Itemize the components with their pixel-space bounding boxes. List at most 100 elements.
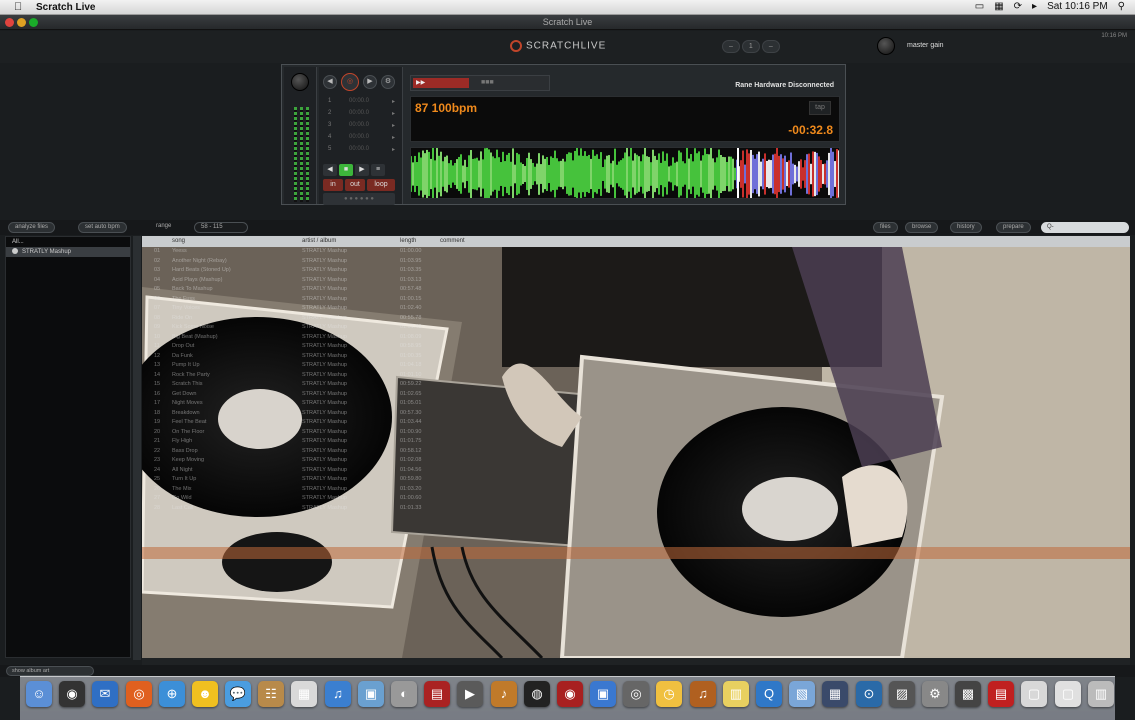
facetime-icon[interactable]: ◐ — [391, 681, 417, 707]
cue-row[interactable]: 4 00:00.0 ▸ — [323, 134, 399, 144]
horizontal-scrollbar[interactable] — [142, 658, 1130, 665]
track-row[interactable]: 17 Night Moves STRATLY Mashup 01:05.01 — [142, 399, 1130, 409]
sync-icon[interactable]: ⟳ — [1014, 1, 1022, 12]
documents-icon[interactable]: ▢ — [1021, 681, 1047, 707]
stickies-icon[interactable]: ▥ — [723, 681, 749, 707]
view-dropdown[interactable]: show album art — [6, 666, 94, 676]
clock-icon[interactable]: ◷ — [656, 681, 682, 707]
mode-left[interactable]: – — [722, 40, 740, 53]
track-row[interactable]: 19 Feel The Beat STRATLY Mashup 01:03.44 — [142, 418, 1130, 428]
prepare-button[interactable]: prepare — [996, 222, 1031, 233]
track-row[interactable]: 28 Last Call STRATLY Mashup 01:01.33 — [142, 504, 1130, 514]
battery-icon[interactable]: ▭ — [975, 1, 984, 12]
track-row[interactable]: 25 Turn It Up STRATLY Mashup 00:59.80 — [142, 475, 1130, 485]
track-row[interactable]: 08 Ride On STRATLY Mashup 00:55.78 — [142, 314, 1130, 324]
dvd-icon[interactable]: ◍ — [524, 681, 550, 707]
app-menu-name[interactable]: Scratch Live — [36, 2, 95, 13]
crate-item-all[interactable]: All... — [6, 237, 130, 247]
photo-booth-icon[interactable]: ▤ — [424, 681, 450, 707]
track-row[interactable]: 02 Another Night (Rebay) STRATLY Mashup 01:… — [142, 257, 1130, 267]
itunes-icon[interactable]: ♫ — [325, 681, 351, 707]
track-row[interactable]: 16 Get Down STRATLY Mashup 01:02.65 — [142, 390, 1130, 400]
cue-row[interactable]: 2 00:00.0 ▸ — [323, 110, 399, 120]
spotlight-icon[interactable]: ⚲ — [1118, 1, 1125, 12]
track-row[interactable]: 14 Rock The Party STRATLY Mashup 01:01.10 — [142, 371, 1130, 381]
preview-icon[interactable]: ▧ — [789, 681, 815, 707]
mode-right[interactable]: – — [761, 40, 780, 53]
track-row[interactable]: 23 Keep Moving STRATLY Mashup 01:02.08 — [142, 456, 1130, 466]
deck-gain-knob[interactable] — [291, 73, 309, 91]
track-row[interactable]: 12 Da Funk STRATLY Mashup 01:00.35 — [142, 352, 1130, 362]
waveform-overview[interactable] — [410, 147, 840, 199]
loop-next-button[interactable]: ▶ — [355, 164, 369, 176]
apple-menu-icon[interactable]:  — [14, 1, 22, 13]
spaces-icon[interactable]: ▦ — [822, 681, 848, 707]
track-row[interactable]: 20 On The Floor STRATLY Mashup 01:00.90 — [142, 428, 1130, 438]
system-prefs-icon[interactable]: ⚙ — [922, 681, 948, 707]
address-book-icon[interactable]: ☷ — [258, 681, 284, 707]
search-input[interactable]: Q- — [1041, 222, 1129, 233]
mail-icon[interactable]: ✉ — [92, 681, 118, 707]
track-row[interactable]: 15 Scratch This STRATLY Mashup 00:59.22 — [142, 380, 1130, 390]
loop-in-button[interactable]: in — [323, 179, 343, 191]
analyze-files-button[interactable]: analyze files — [8, 222, 56, 233]
ichat-icon[interactable]: 💬 — [225, 681, 251, 707]
track-row[interactable]: 26 The Mix STRATLY Mashup 01:03.20 — [142, 485, 1130, 495]
set-auto-bpm-button[interactable]: set auto bpm — [78, 222, 127, 233]
track-row[interactable]: 21 Fly High STRATLY Mashup 01:01.75 — [142, 437, 1130, 447]
bluetooth-icon[interactable]: ▦ — [994, 1, 1003, 12]
track-list[interactable]: 01 Yeess STRATLY Mashup 01:00.00 02 Another N… — [142, 247, 1130, 513]
sidebar-splitter[interactable] — [133, 236, 141, 660]
quicktime-icon[interactable]: Q — [756, 681, 782, 707]
platter-mode-icon[interactable]: ◎ — [341, 73, 359, 91]
loop-out-button[interactable]: out — [345, 179, 365, 191]
app-icon[interactable]: ▩ — [955, 681, 981, 707]
activity-monitor-icon[interactable]: ▨ — [889, 681, 915, 707]
track-row[interactable]: 22 Bass Drop STRATLY Mashup 00:58.12 — [142, 447, 1130, 457]
mode-mid[interactable]: 1 — [741, 40, 760, 53]
browse-button[interactable]: browse — [905, 222, 939, 233]
finder-icon[interactable]: ☺ — [26, 681, 52, 707]
imovie-icon[interactable]: ▶ — [457, 681, 483, 707]
ical-icon[interactable]: ▦ — [291, 681, 317, 707]
minimize-window-icon[interactable] — [17, 18, 26, 27]
track-row[interactable]: 03 Hard Beats (Stoned Up) STRATLY Mashup 01… — [142, 266, 1130, 276]
range-dropdown[interactable]: 58 - 115 — [194, 222, 248, 233]
zoom-window-icon[interactable] — [29, 18, 38, 27]
track-row[interactable]: 04 Acid Plays (Mashup) STRATLY Mashup 01:03… — [142, 276, 1130, 286]
track-row[interactable]: 11 Drop Out STRATLY Mashup 00:58.95 — [142, 342, 1130, 352]
loop-active-button[interactable]: ■ — [339, 164, 353, 176]
column-artist-album[interactable]: artist / album — [302, 238, 336, 244]
scratch-icon[interactable]: ◉ — [557, 681, 583, 707]
safari-icon[interactable]: ⊕ — [159, 681, 185, 707]
column-song[interactable]: song — [172, 238, 185, 244]
cue-row[interactable]: 5 00:00.0 ▸ — [323, 146, 399, 156]
garageband-icon[interactable]: ♪ — [491, 681, 517, 707]
settings-icon[interactable]: ⚙ — [381, 75, 395, 89]
track-row[interactable]: 27 Go Wild STRATLY Mashup 01:00.60 — [142, 494, 1130, 504]
track-row[interactable]: 18 Breakdown STRATLY Mashup 00:57.30 — [142, 409, 1130, 419]
downloads-icon[interactable]: ▢ — [1055, 681, 1081, 707]
guitar-icon[interactable]: ♫ — [690, 681, 716, 707]
track-row[interactable]: 01 Yeess STRATLY Mashup 01:00.00 — [142, 247, 1130, 257]
firefox-icon[interactable]: ◎ — [126, 681, 152, 707]
menu-clock[interactable]: Sat 10:16 PM — [1047, 1, 1108, 12]
playhead[interactable] — [737, 148, 739, 199]
loop-prev-button[interactable]: ◀ — [323, 164, 337, 176]
close-window-icon[interactable] — [5, 18, 14, 27]
history-button[interactable]: history — [950, 222, 982, 233]
iphoto-icon[interactable]: ▣ — [358, 681, 384, 707]
sample-slots[interactable]: ● ● ● ● ● ● — [323, 193, 395, 205]
ichat-smiley-icon[interactable]: ☻ — [192, 681, 218, 707]
cue-row[interactable]: 1 00:00.0 ▸ — [323, 98, 399, 108]
column-comment[interactable]: comment — [440, 238, 465, 244]
prev-icon[interactable]: ◀ — [323, 75, 337, 89]
track-row[interactable]: 07 Tiny Voices STRATLY Mashup 01:02.40 — [142, 304, 1130, 314]
next-icon[interactable]: ▶ — [363, 75, 377, 89]
cue-row[interactable]: 3 00:00.0 ▸ — [323, 122, 399, 132]
column-length[interactable]: length — [400, 238, 416, 244]
volume-icon[interactable]: ▸ — [1032, 1, 1037, 12]
loop-toggle-button[interactable]: loop — [367, 179, 395, 191]
itunes-store-icon[interactable]: ▣ — [590, 681, 616, 707]
master-gain-knob[interactable] — [877, 37, 895, 55]
